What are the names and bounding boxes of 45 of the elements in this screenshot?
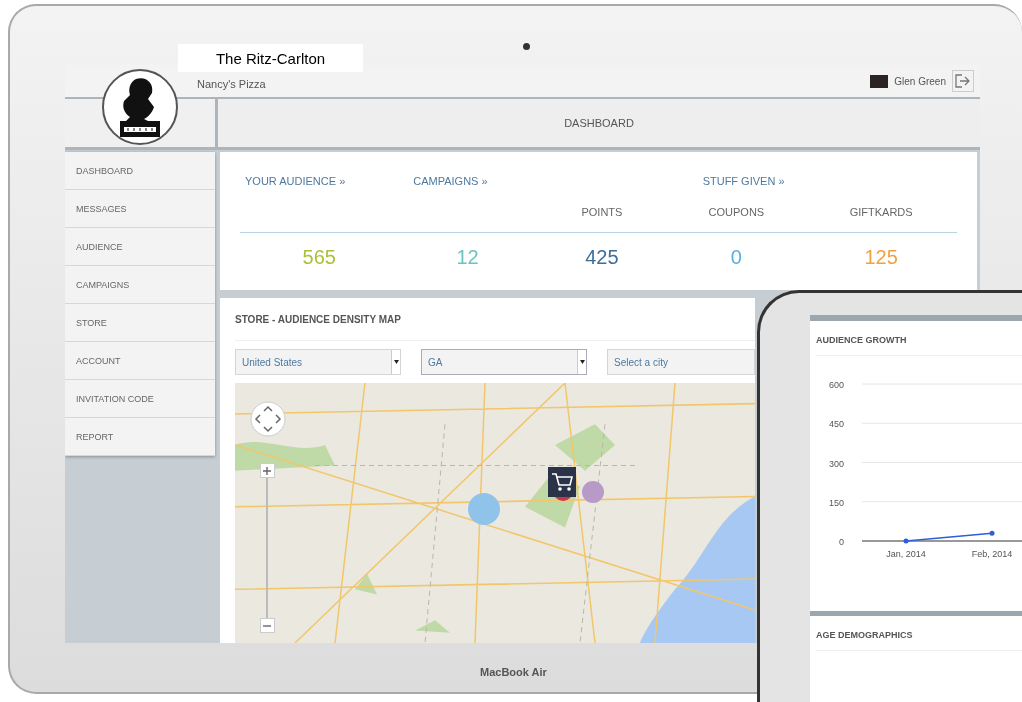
axis-tick-label: 300: [828, 458, 844, 469]
business-name: Nancy's Pizza: [197, 78, 266, 90]
stats-link[interactable]: YOUR AUDIENCE »: [245, 175, 346, 187]
select-field[interactable]: United States: [235, 349, 401, 375]
sidebar-item[interactable]: CAMPAIGNS: [65, 266, 215, 304]
select-field[interactable]: Select a city: [607, 349, 755, 375]
avatar-photo-placeholder: [870, 74, 889, 88]
section-title: AGE DEMOGRAPHICS: [816, 630, 1022, 651]
camera-dot: [523, 43, 530, 50]
stat-label: POINTS: [581, 206, 623, 218]
sidebar-item[interactable]: REPORT: [65, 418, 215, 456]
stat-value: 125: [864, 245, 898, 269]
stat-label: COUPONS: [708, 206, 765, 218]
stat-value: 565: [302, 245, 336, 269]
sidebar-item[interactable]: DASHBOARD: [65, 152, 215, 190]
chart-title: AUDIENCE GROWTH: [816, 335, 1022, 356]
map-title: STORE - AUDIENCE DENSITY MAP: [235, 298, 755, 341]
stat-value: 0: [730, 245, 742, 269]
stat-value: 12: [456, 245, 479, 269]
axis-tick-label: Feb, 2014: [971, 549, 1013, 559]
caption-label: The Ritz-Carlton: [178, 44, 363, 72]
stats-link[interactable]: CAMPAIGNS »: [413, 175, 488, 187]
sidebar-item[interactable]: AUDIENCE: [65, 228, 215, 266]
logout-icon: [955, 74, 971, 88]
stat-value: 425: [585, 245, 619, 269]
axis-tick-label: 600: [828, 380, 844, 390]
stats-link[interactable]: STUFF GIVEN »: [702, 175, 785, 187]
data-point: [989, 530, 995, 536]
laptop-brand-label: MacBook Air: [480, 666, 547, 678]
axis-tick-label: 150: [828, 497, 844, 508]
sidebar-item[interactable]: STORE: [65, 304, 215, 342]
logout-button[interactable]: [952, 70, 974, 92]
user-name[interactable]: Glen Green: [894, 75, 946, 87]
sidebar-item[interactable]: MESSAGES: [65, 190, 215, 228]
select-field[interactable]: GA: [421, 349, 587, 375]
page-title: DASHBOARD: [564, 117, 634, 129]
stat-label: GIFTKARDS: [849, 206, 913, 218]
axis-tick-label: 0: [839, 537, 844, 547]
shopping-cart-icon[interactable]: [548, 467, 576, 497]
axis-tick-label: Jan, 2014: [886, 549, 926, 559]
pan-control-icon[interactable]: [250, 401, 286, 437]
sidebar-item[interactable]: ACCOUNT: [65, 342, 215, 380]
data-point: [903, 538, 909, 544]
axis-tick-label: 450: [828, 419, 844, 430]
sidebar-item[interactable]: INVITATION CODE: [65, 380, 215, 418]
